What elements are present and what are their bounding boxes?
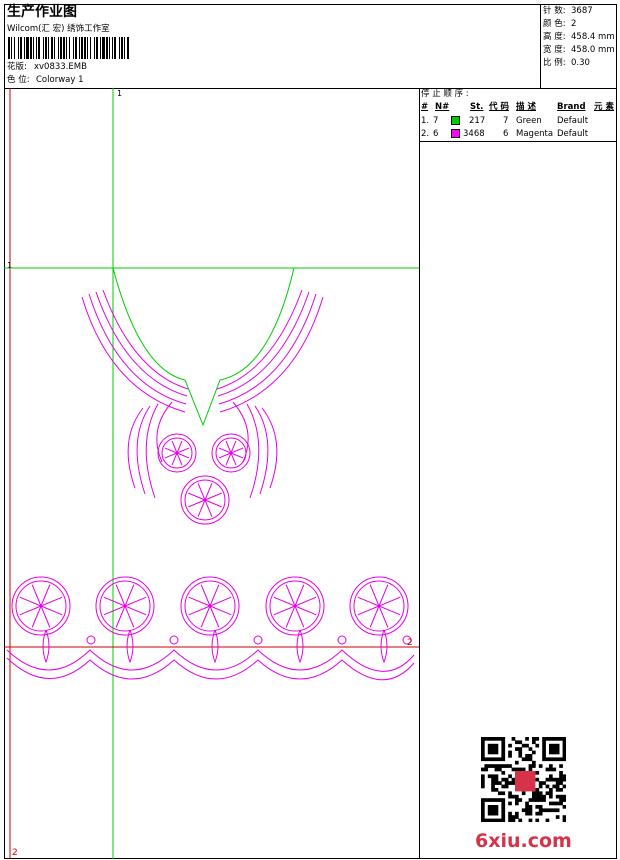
neck-medallion-right [211, 433, 251, 473]
marker-top-1: 1 [117, 89, 122, 98]
left-hook-2 [136, 405, 151, 495]
hem-dot-3 [253, 635, 263, 645]
right-hook-3 [246, 403, 260, 499]
neckline-outline [112, 267, 295, 427]
hem-dot-2 [169, 635, 179, 645]
right-band-4 [216, 289, 303, 390]
left-hook-3 [145, 403, 159, 499]
qr-code [481, 737, 566, 822]
stitches-value: 3687 [571, 6, 593, 16]
left-hook-4 [156, 401, 173, 463]
design-label: 花版: [7, 62, 27, 72]
stitches-label: 针 数: [543, 6, 566, 16]
colorway-value: Colorway 1 [36, 75, 84, 85]
hem-medallion-4 [265, 576, 325, 636]
col-stitches: St. [470, 102, 484, 112]
row1-stitches: 217 [469, 116, 486, 126]
watermark-logo: 6xiu.com [475, 830, 572, 852]
barcode [8, 37, 129, 59]
row1-brand: Default [557, 116, 589, 126]
row2-brand: Default [557, 129, 589, 139]
row2-stitches: 3468 [463, 129, 485, 139]
col-needle: N# [435, 102, 450, 112]
left-hook-1 [127, 407, 144, 489]
col-index: # [421, 102, 429, 112]
col-description: 描 述 [516, 102, 536, 112]
design-value: xv0833.EMB [34, 62, 87, 72]
right-band-1 [219, 296, 324, 413]
col-element: 元 素 [594, 102, 614, 112]
row1-index: 1. [421, 116, 430, 126]
scallop-border-outer [6, 649, 415, 672]
row2-code: 6 [503, 129, 509, 139]
row2-index: 2. [421, 129, 430, 139]
width-label: 宽 度: [543, 45, 566, 55]
height-label: 高 度: [543, 32, 566, 42]
colors-label: 颜 色: [543, 19, 566, 29]
marker-right-2: 2 [407, 638, 413, 648]
marker-bottom-2: 2 [12, 848, 18, 858]
left-band-1 [81, 296, 186, 413]
row2-needle: 6 [433, 129, 439, 139]
scallop-border-inner [6, 657, 415, 681]
side-panel-divider [419, 88, 420, 859]
hem-dot-1 [86, 635, 96, 645]
stop-sequence-heading: 停 止 顺 序 : [421, 89, 469, 99]
row1-needle: 7 [433, 116, 439, 126]
company-name: Wilcom(汇 宏) 绣饰工作室 [7, 24, 110, 34]
col-code: 代 码 [489, 102, 509, 112]
embroidery-design: 1 1 2 2 [4, 88, 419, 859]
height-value: 458.4 mm [571, 32, 615, 42]
row1-description: Green [516, 116, 542, 126]
stats-divider [540, 4, 541, 88]
hem-medallion-2 [95, 576, 155, 636]
row2-description: Magenta [516, 129, 554, 139]
hem-medallion-5 [349, 576, 409, 636]
neck-medallion-center [180, 475, 230, 525]
right-hook-2 [254, 405, 269, 495]
col-brand: Brand [557, 102, 586, 112]
hem-dot-4 [337, 635, 347, 645]
right-hook-1 [261, 407, 278, 489]
neck-medallion-left [157, 433, 197, 473]
row2-color-swatch [451, 129, 460, 138]
row1-color-swatch [451, 116, 460, 125]
stop-table-bottom [419, 141, 617, 142]
colors-value: 2 [571, 19, 577, 29]
row1-code: 7 [503, 116, 509, 126]
page-title: 生产作业图 [7, 4, 77, 20]
scale-value: 0.30 [571, 58, 590, 68]
hem-medallion-3 [180, 576, 240, 636]
scale-label: 比 例: [543, 58, 566, 68]
colorway-label: 色 位: [7, 75, 30, 85]
hem-medallion-1 [11, 576, 71, 636]
width-value: 458.0 mm [571, 45, 615, 55]
marker-left-1: 1 [7, 261, 12, 270]
left-band-4 [102, 289, 189, 390]
